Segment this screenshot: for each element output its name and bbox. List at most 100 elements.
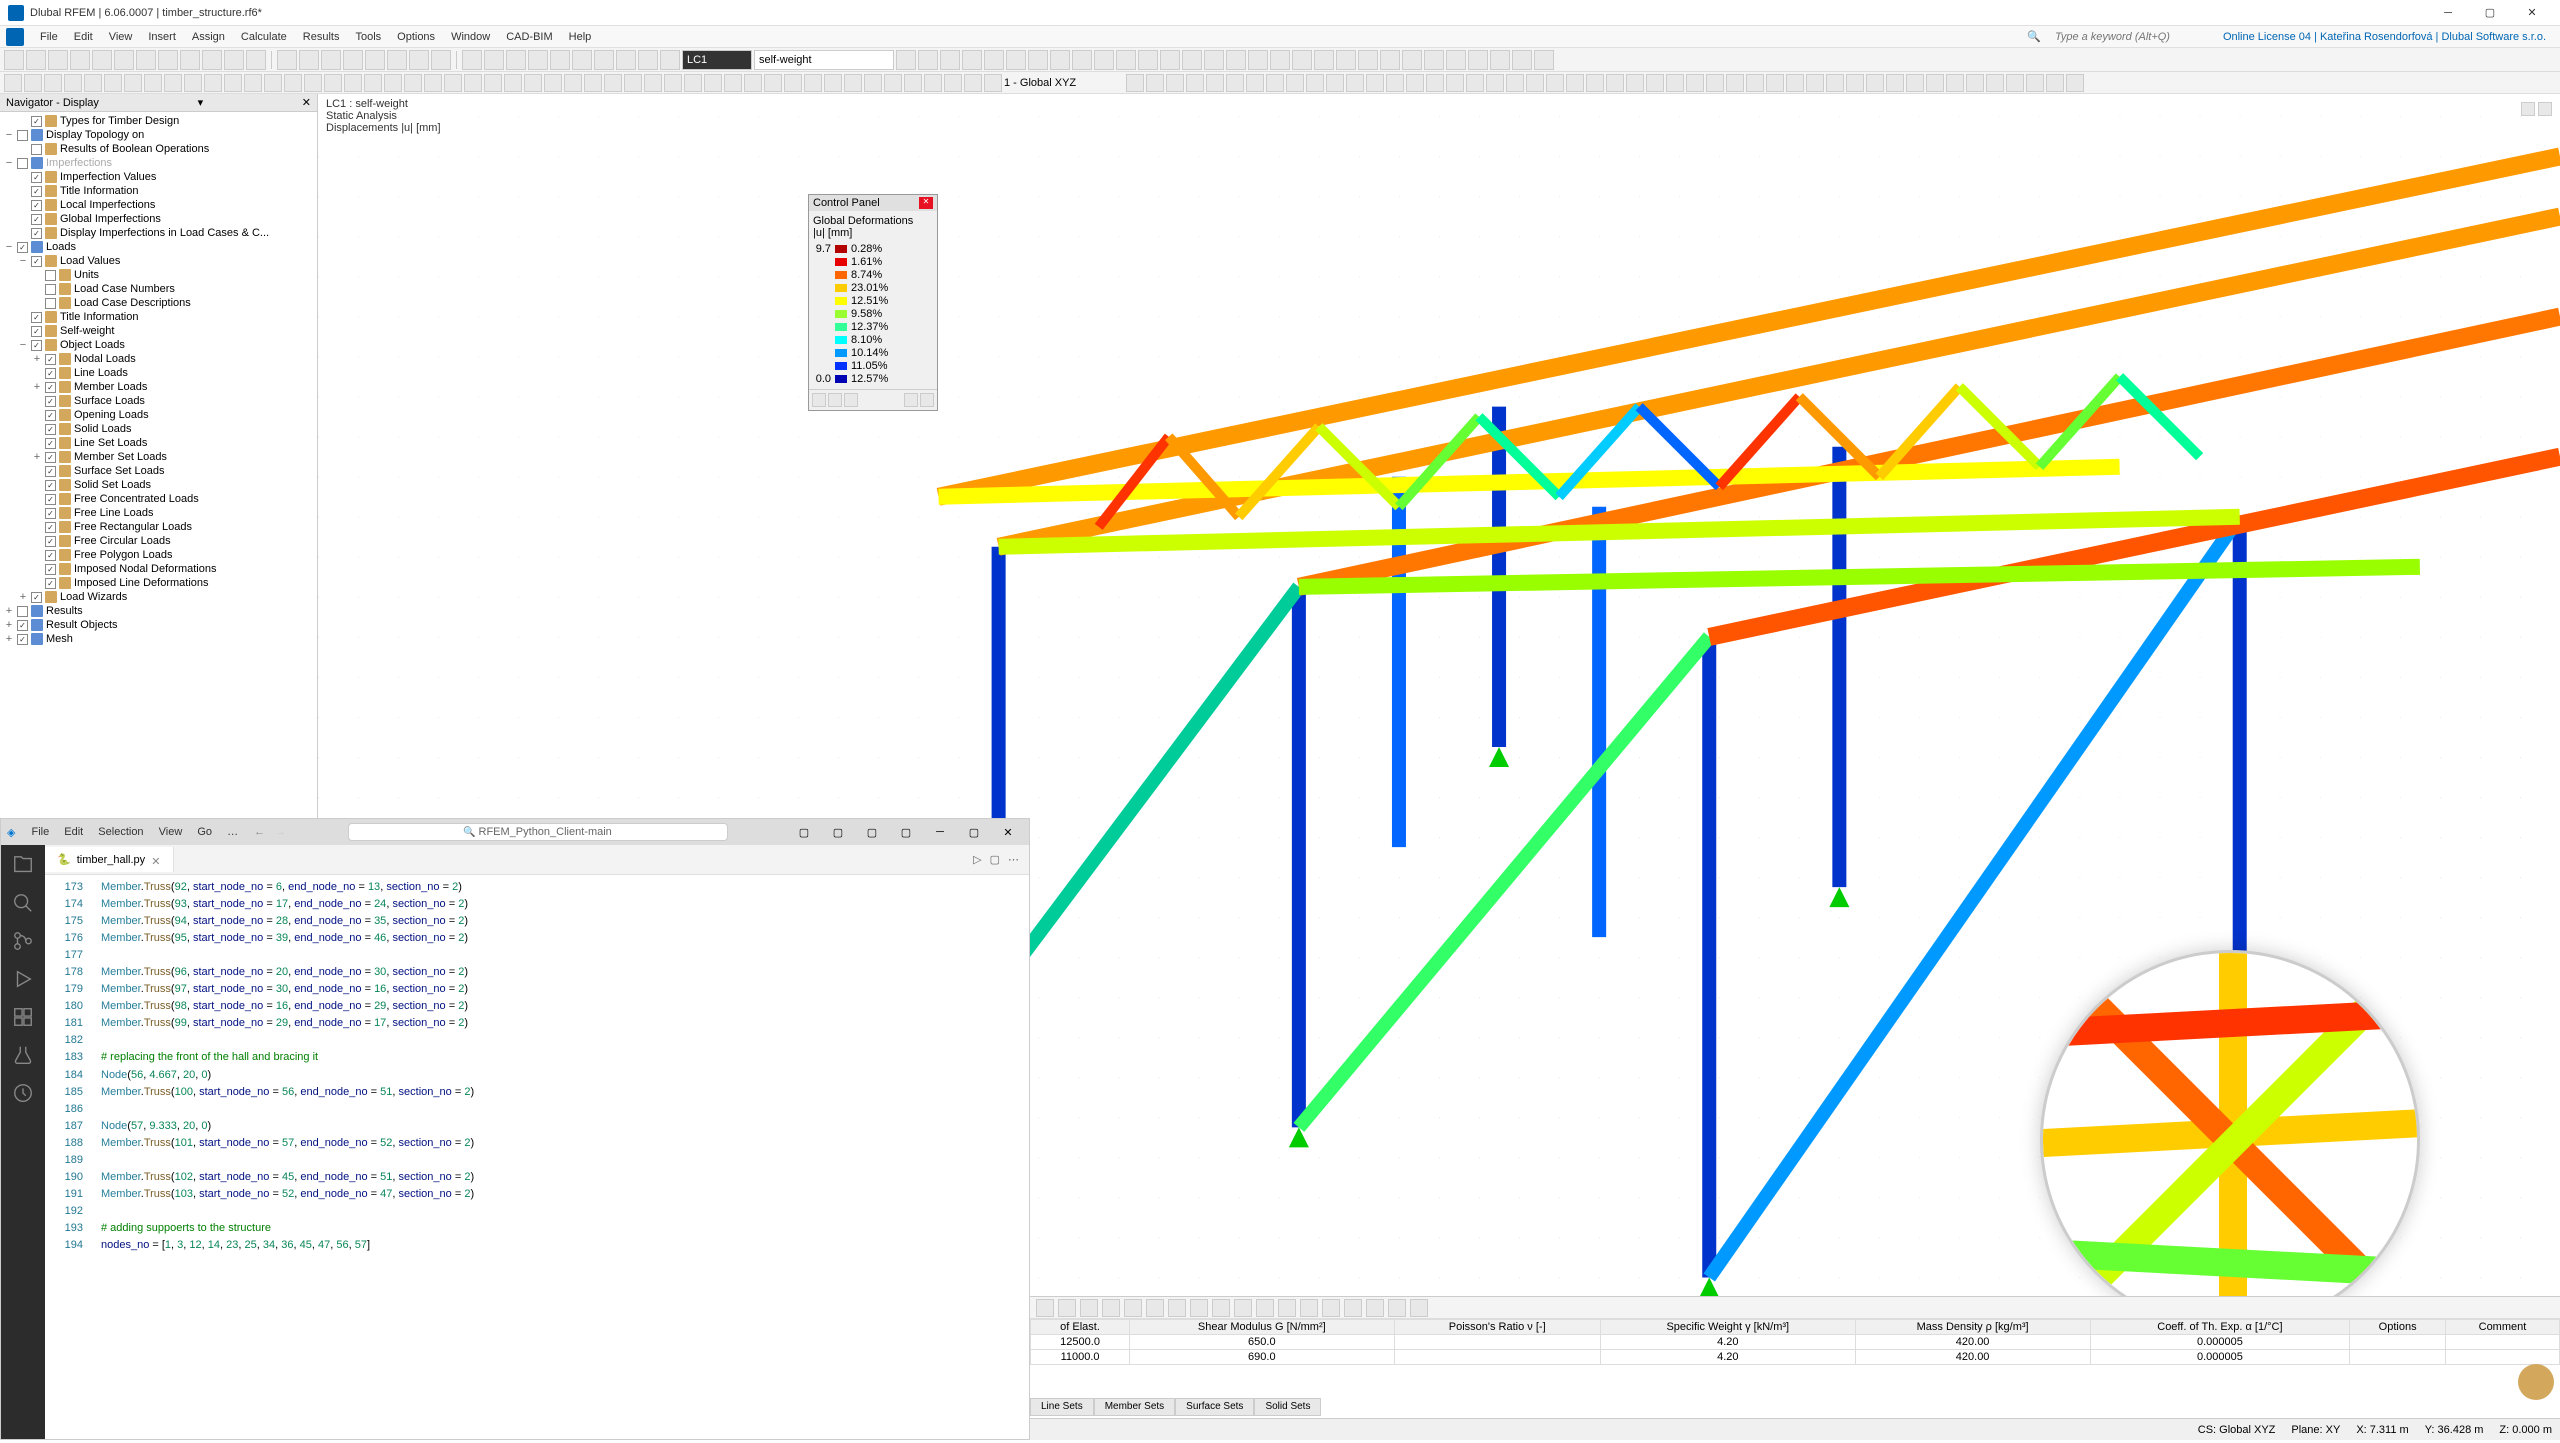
viewport-close-icon[interactable] (2538, 102, 2552, 116)
toolbar-button[interactable] (544, 74, 562, 92)
toolbar-button[interactable] (104, 74, 122, 92)
viewport-max-icon[interactable] (2521, 102, 2535, 116)
control-panel-header[interactable]: Control Panel ✕ (809, 195, 937, 211)
table-toolbar-button[interactable] (1234, 1299, 1252, 1317)
tree-item[interactable]: Solid Loads (4, 422, 313, 436)
control-panel-close-icon[interactable]: ✕ (919, 197, 933, 209)
toolbar-button[interactable] (343, 50, 363, 70)
toolbar-button[interactable] (1358, 50, 1378, 70)
table-toolbar-button[interactable] (1036, 1299, 1054, 1317)
toolbar-button[interactable] (364, 74, 382, 92)
tree-item[interactable]: −Display Topology on (4, 128, 313, 142)
toolbar-button[interactable] (724, 74, 742, 92)
toolbar-button[interactable] (864, 74, 882, 92)
menu-insert[interactable]: Insert (140, 29, 184, 45)
toolbar-button[interactable] (1270, 50, 1290, 70)
menu-edit[interactable]: Edit (66, 29, 101, 45)
toolbar-button[interactable] (528, 50, 548, 70)
toolbar-button[interactable] (664, 74, 682, 92)
toolbar-button[interactable] (1806, 74, 1824, 92)
editor-tab[interactable]: 🐍 timber_hall.py ✕ (45, 847, 174, 872)
cp-button[interactable] (812, 393, 826, 407)
table-toolbar-button[interactable] (1366, 1299, 1384, 1317)
table-toolbar-button[interactable] (1256, 1299, 1274, 1317)
toolbar-button[interactable] (1146, 74, 1164, 92)
toolbar-button[interactable] (224, 74, 242, 92)
close-button[interactable]: ✕ (2512, 2, 2552, 24)
toolbar-button[interactable] (2046, 74, 2064, 92)
toolbar-button[interactable] (180, 50, 200, 70)
coord-system-combo[interactable]: 1 - Global XYZ (1004, 77, 1124, 89)
toolbar-button[interactable] (1126, 74, 1144, 92)
table-tab[interactable]: Line Sets (1030, 1398, 1094, 1416)
toolbar-button[interactable] (1286, 74, 1304, 92)
vs-layout-icon[interactable]: ▢ (857, 826, 887, 839)
toolbar-button[interactable] (1072, 50, 1092, 70)
table-toolbar-button[interactable] (1300, 1299, 1318, 1317)
tree-item[interactable]: Surface Set Loads (4, 464, 313, 478)
toolbar-button[interactable] (424, 74, 442, 92)
toolbar-button[interactable] (1336, 50, 1356, 70)
tree-item[interactable]: Opening Loads (4, 408, 313, 422)
table-toolbar-button[interactable] (1124, 1299, 1142, 1317)
loadcase-desc-combo[interactable]: self-weight (754, 50, 894, 70)
tree-item[interactable]: Local Imperfections (4, 198, 313, 212)
toolbar-button[interactable] (638, 50, 658, 70)
toolbar-button[interactable] (1406, 74, 1424, 92)
toolbar-button[interactable] (1486, 74, 1504, 92)
toolbar-button[interactable] (1468, 50, 1488, 70)
toolbar-button[interactable] (44, 74, 62, 92)
toolbar-button[interactable] (2026, 74, 2044, 92)
explorer-icon[interactable] (11, 853, 35, 877)
toolbar-button[interactable] (704, 74, 722, 92)
toolbar-button[interactable] (1326, 74, 1344, 92)
toolbar-button[interactable] (584, 74, 602, 92)
toolbar-button[interactable] (1006, 50, 1026, 70)
tree-item[interactable]: Line Set Loads (4, 436, 313, 450)
vs-menu-view[interactable]: View (153, 826, 189, 838)
vs-maximize[interactable]: ▢ (959, 826, 989, 839)
vs-close[interactable]: ✕ (993, 826, 1023, 839)
menu-cadbim[interactable]: CAD-BIM (498, 29, 560, 45)
toolbar-button[interactable] (1248, 50, 1268, 70)
toolbar-button[interactable] (1116, 50, 1136, 70)
toolbar-button[interactable] (70, 50, 90, 70)
toolbar-button[interactable] (1166, 74, 1184, 92)
toolbar-button[interactable] (244, 74, 262, 92)
search-input[interactable] (2055, 31, 2195, 43)
toolbar-button[interactable] (384, 74, 402, 92)
toolbar-button[interactable] (484, 74, 502, 92)
toolbar-button[interactable] (158, 50, 178, 70)
vs-nav-back[interactable]: ← (254, 826, 265, 838)
toolbar-button[interactable] (1646, 74, 1664, 92)
table-tab[interactable]: Surface Sets (1175, 1398, 1254, 1416)
vs-layout-icon[interactable]: ▢ (891, 826, 921, 839)
toolbar-button[interactable] (1314, 50, 1334, 70)
table-header[interactable]: Coeff. of Th. Exp. α [1/°C] (2090, 1320, 2350, 1335)
navigator-pin-icon[interactable]: ▾ (198, 96, 204, 109)
run-debug-icon[interactable] (11, 967, 35, 991)
tree-item[interactable]: +Results (4, 604, 313, 618)
toolbar-button[interactable] (92, 50, 112, 70)
toolbar-button[interactable] (1306, 74, 1324, 92)
toolbar-button[interactable] (1366, 74, 1384, 92)
menu-tools[interactable]: Tools (347, 29, 389, 45)
toolbar-button[interactable] (224, 50, 244, 70)
tree-item[interactable]: Global Imperfections (4, 212, 313, 226)
toolbar-button[interactable] (984, 74, 1002, 92)
toolbar-button[interactable] (1182, 50, 1202, 70)
table-header[interactable]: Shear Modulus G [N/mm²] (1130, 1320, 1394, 1335)
toolbar-button[interactable] (504, 74, 522, 92)
tree-item[interactable]: −Object Loads (4, 338, 313, 352)
toolbar-button[interactable] (1506, 74, 1524, 92)
toolbar-button[interactable] (506, 50, 526, 70)
toolbar-button[interactable] (594, 50, 614, 70)
menu-window[interactable]: Window (443, 29, 498, 45)
toolbar-button[interactable] (944, 74, 962, 92)
toolbar-button[interactable] (1160, 50, 1180, 70)
toolbar-button[interactable] (484, 50, 504, 70)
table-toolbar-button[interactable] (1322, 1299, 1340, 1317)
extensions-icon[interactable] (11, 1005, 35, 1029)
toolbar-button[interactable] (684, 74, 702, 92)
license-info[interactable]: Online License 04 | Kateřina Rosendorfov… (2215, 29, 2554, 45)
